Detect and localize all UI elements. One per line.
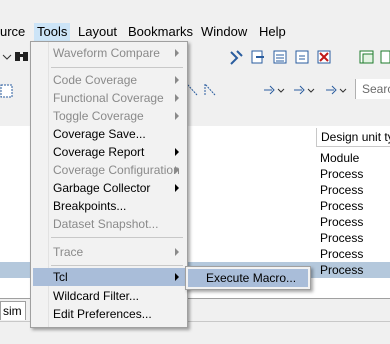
design-unit-type-cell: Process: [320, 167, 364, 181]
menu-item-code-coverage[interactable]: Code Coverage: [33, 71, 185, 89]
search-field[interactable]: Searc: [355, 79, 390, 99]
submenu-arrow-icon: [175, 76, 179, 84]
menu-item-label: Code Coverage: [53, 73, 138, 87]
menu-item-label: Functional Coverage: [53, 91, 164, 105]
design-unit-type-cell: Module: [320, 151, 360, 165]
restart-icon[interactable]: [294, 48, 312, 66]
menu-item-edit-preferences[interactable]: Edit Preferences...: [33, 305, 185, 323]
window-layout-icon[interactable]: [358, 48, 376, 66]
menu-item-label: Coverage Configuration: [53, 163, 180, 177]
submenu-arrow-icon: [175, 166, 179, 174]
search-placeholder: Searc: [362, 82, 390, 96]
expand-tree-icon[interactable]: [262, 82, 288, 98]
menu-item-functional-coverage[interactable]: Functional Coverage: [33, 89, 185, 107]
design-unit-type-cell: Process: [320, 231, 364, 245]
menu-item-label: Trace: [53, 245, 84, 259]
menu-item-garbage-collector[interactable]: Garbage Collector: [33, 179, 185, 197]
submenu-arrow-icon: [175, 148, 179, 156]
dropdown-arrow-icon[interactable]: [2, 50, 12, 64]
menu-item-label: Garbage Collector: [53, 181, 151, 195]
submenu-arrow-icon: [175, 248, 179, 256]
menu-item-label: Breakpoints...: [53, 199, 127, 213]
submenu-arrow-icon: [175, 94, 179, 102]
collapse-tree-icon[interactable]: [292, 82, 318, 98]
menu-item-label: Wildcard Filter...: [53, 289, 140, 303]
menu-item-trace[interactable]: Trace: [33, 243, 185, 261]
menu-item-coverage-configuration[interactable]: Coverage Configuration: [33, 161, 185, 179]
menu-separator: [51, 237, 183, 238]
submenu-arrow-icon: [175, 49, 179, 57]
submenu-arrow-icon: [175, 184, 179, 192]
menu-item-label: Waveform Compare: [53, 46, 160, 60]
menu-item-toggle-coverage[interactable]: Toggle Coverage: [33, 107, 185, 125]
menu-help[interactable]: Help: [259, 23, 286, 41]
tcl-submenu: Execute Macro...: [185, 266, 311, 290]
break-icon[interactable]: [316, 48, 334, 66]
title-strip: [0, 0, 390, 22]
menu-item-label: Coverage Report: [53, 145, 145, 159]
toolbar-partial-icon[interactable]: [0, 82, 14, 100]
menu-item-dataset-snapshot[interactable]: Dataset Snapshot...: [33, 215, 185, 233]
column-header-design-unit-type[interactable]: Design unit typ: [316, 128, 390, 147]
cursor-icon-2[interactable]: [203, 82, 217, 98]
menu-separator: [51, 265, 183, 266]
menu-item-tcl[interactable]: Tcl: [33, 268, 185, 286]
menu-item-label: Coverage Save...: [53, 127, 146, 141]
tools-menu: Waveform Compare Code Coverage Functiona…: [30, 41, 188, 328]
submenu-arrow-icon: [175, 112, 179, 120]
filter-tree-icon[interactable]: [324, 82, 350, 98]
submenu-arrow-icon: [175, 273, 179, 281]
menu-source[interactable]: urce: [0, 23, 25, 41]
menu-item-label: Toggle Coverage: [53, 109, 144, 123]
menu-window[interactable]: Window: [201, 23, 247, 41]
menu-separator: [51, 67, 183, 68]
window-layout-icon-2[interactable]: [379, 48, 390, 66]
design-unit-type-cell: Process: [320, 199, 364, 213]
design-unit-type-cell: Process: [320, 215, 364, 229]
menu-item-coverage-report[interactable]: Coverage Report: [33, 143, 185, 161]
design-unit-type-cell: Process: [320, 183, 364, 197]
menu-item-label: Edit Preferences...: [53, 307, 152, 321]
step-out-icon[interactable]: [272, 48, 290, 66]
binoculars-icon[interactable]: [14, 48, 30, 64]
menu-tools[interactable]: Tools: [34, 23, 71, 41]
design-unit-type-cell: Process: [320, 263, 364, 277]
menu-item-coverage-save[interactable]: Coverage Save...: [33, 125, 185, 143]
step-icon[interactable]: [228, 48, 246, 66]
menu-item-label: Tcl: [53, 270, 68, 284]
menu-bookmarks[interactable]: Bookmarks: [128, 23, 193, 41]
menu-item-breakpoints[interactable]: Breakpoints...: [33, 197, 185, 215]
step-over-icon[interactable]: [250, 48, 268, 66]
menu-item-execute-macro[interactable]: Execute Macro...: [188, 269, 308, 287]
menu-item-waveform-compare[interactable]: Waveform Compare: [33, 44, 185, 62]
menu-bar: urce Tools Layout Bookmarks Window Help: [0, 22, 390, 42]
tab-sim[interactable]: sim: [0, 301, 26, 320]
menu-item-label: Execute Macro...: [206, 271, 297, 285]
menu-item-label: Dataset Snapshot...: [53, 217, 159, 231]
menu-layout[interactable]: Layout: [78, 23, 117, 41]
design-unit-type-cell: Process: [320, 247, 364, 261]
menu-item-wildcard-filter[interactable]: Wildcard Filter...: [33, 287, 185, 305]
